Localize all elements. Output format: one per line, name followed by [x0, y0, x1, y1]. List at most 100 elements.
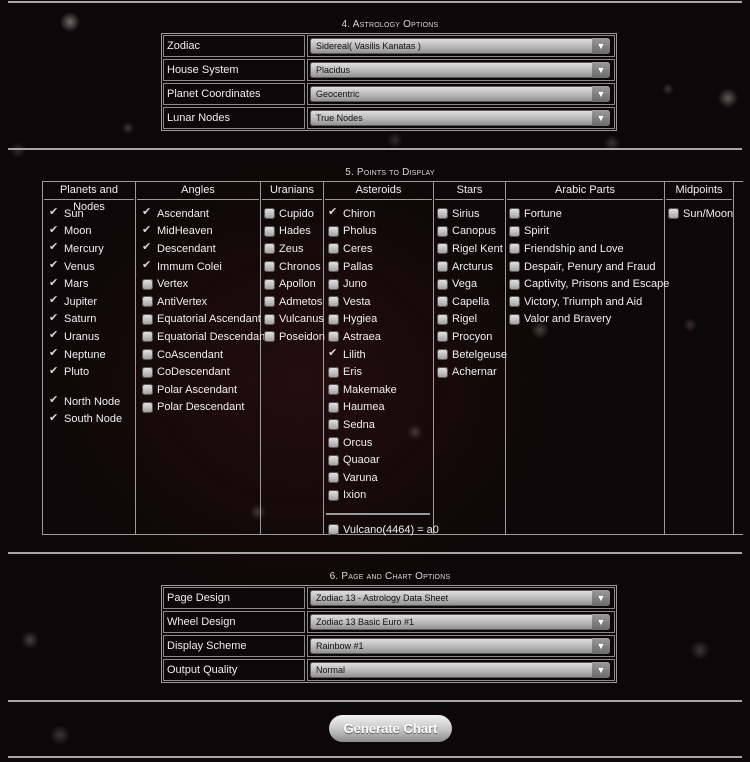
- checkbox-item-orcus[interactable]: Orcus: [328, 434, 433, 452]
- checkbox-checked-icon[interactable]: [49, 328, 60, 342]
- checkbox-item-pluto[interactable]: Pluto: [49, 363, 135, 381]
- checkbox-item-vega[interactable]: Vega: [437, 275, 505, 293]
- checkbox-checked-icon[interactable]: [49, 258, 60, 272]
- checkbox-unchecked-icon[interactable]: [328, 313, 339, 325]
- checkbox-checked-icon[interactable]: [49, 240, 60, 254]
- checkbox-item-vesta[interactable]: Vesta: [328, 293, 433, 311]
- checkbox-unchecked-icon[interactable]: [328, 225, 339, 237]
- checkbox-item-north-node[interactable]: North Node: [49, 393, 135, 411]
- checkbox-checked-icon[interactable]: [328, 205, 339, 219]
- checkbox-unchecked-icon[interactable]: [509, 278, 520, 290]
- checkbox-unchecked-icon[interactable]: [264, 313, 275, 325]
- checkbox-unchecked-icon[interactable]: [437, 243, 448, 255]
- checkbox-unchecked-icon[interactable]: [328, 261, 339, 273]
- checkbox-item-ascendant[interactable]: Ascendant: [142, 205, 260, 223]
- checkbox-item-polar-ascendant[interactable]: Polar Ascendant: [142, 381, 260, 399]
- zodiac-select[interactable]: Sidereal( Vasilis Kanatas ) ▼: [310, 38, 610, 54]
- checkbox-unchecked-icon[interactable]: [328, 437, 339, 449]
- checkbox-checked-icon[interactable]: [49, 393, 60, 407]
- checkbox-checked-icon[interactable]: [49, 411, 60, 425]
- checkbox-unchecked-icon[interactable]: [437, 313, 448, 325]
- checkbox-checked-icon[interactable]: [49, 364, 60, 378]
- checkbox-unchecked-icon[interactable]: [328, 401, 339, 413]
- checkbox-item-achernar[interactable]: Achernar: [437, 363, 505, 381]
- checkbox-item-admetos[interactable]: Admetos: [264, 293, 323, 311]
- checkbox-item-neptune[interactable]: Neptune: [49, 346, 135, 364]
- checkbox-item-uranus[interactable]: Uranus: [49, 328, 135, 346]
- output-quality-select[interactable]: Normal ▼: [310, 662, 610, 678]
- checkbox-checked-icon[interactable]: [49, 293, 60, 307]
- checkbox-unchecked-icon[interactable]: [509, 225, 520, 237]
- checkbox-item-mars[interactable]: Mars: [49, 275, 135, 293]
- checkbox-item-ixion[interactable]: Ixion: [328, 487, 433, 505]
- checkbox-item-capella[interactable]: Capella: [437, 293, 505, 311]
- checkbox-item-equatorial-ascendant[interactable]: Equatorial Ascendant: [142, 311, 261, 329]
- checkbox-item-canopus[interactable]: Canopus: [437, 223, 505, 241]
- checkbox-unchecked-icon[interactable]: [509, 313, 520, 325]
- checkbox-item-coascendant[interactable]: CoAscendant: [142, 346, 260, 364]
- checkbox-item-despair-penury-and-fraud[interactable]: Despair, Penury and Fraud: [509, 258, 664, 276]
- checkbox-unchecked-icon[interactable]: [328, 419, 339, 431]
- wheel-design-select[interactable]: Zodiac 13 Basic Euro #1 ▼: [310, 614, 610, 630]
- checkbox-unchecked-icon[interactable]: [264, 243, 275, 255]
- checkbox-unchecked-icon[interactable]: [437, 261, 448, 273]
- checkbox-item-spirit[interactable]: Spirit: [509, 223, 664, 241]
- checkbox-unchecked-icon[interactable]: [509, 296, 520, 308]
- checkbox-item-eris[interactable]: Eris: [328, 363, 433, 381]
- checkbox-item-south-node[interactable]: South Node: [49, 411, 135, 429]
- checkbox-item-zeus[interactable]: Zeus: [264, 240, 323, 258]
- checkbox-item-rigel-kent[interactable]: Rigel Kent: [437, 240, 505, 258]
- checkbox-item-betelgeuse[interactable]: Betelgeuse: [437, 346, 507, 364]
- checkbox-unchecked-icon[interactable]: [142, 366, 153, 378]
- checkbox-unchecked-icon[interactable]: [328, 524, 339, 536]
- checkbox-unchecked-icon[interactable]: [264, 296, 275, 308]
- checkbox-item-haumea[interactable]: Haumea: [328, 399, 433, 417]
- checkbox-item-valor-and-bravery[interactable]: Valor and Bravery: [509, 311, 664, 329]
- checkbox-unchecked-icon[interactable]: [437, 208, 448, 220]
- checkbox-unchecked-icon[interactable]: [142, 401, 153, 413]
- checkbox-unchecked-icon[interactable]: [328, 331, 339, 343]
- checkbox-item-saturn[interactable]: Saturn: [49, 311, 135, 329]
- checkbox-unchecked-icon[interactable]: [264, 278, 275, 290]
- checkbox-unchecked-icon[interactable]: [142, 331, 153, 343]
- checkbox-item-immum-colei[interactable]: Immum Colei: [142, 258, 260, 276]
- checkbox-item-chronos[interactable]: Chronos: [264, 258, 323, 276]
- checkbox-item-antivertex[interactable]: AntiVertex: [142, 293, 260, 311]
- checkbox-checked-icon[interactable]: [49, 346, 60, 360]
- checkbox-item-fortune[interactable]: Fortune: [509, 205, 664, 223]
- checkbox-item-hades[interactable]: Hades: [264, 223, 323, 241]
- checkbox-unchecked-icon[interactable]: [328, 454, 339, 466]
- checkbox-unchecked-icon[interactable]: [142, 384, 153, 396]
- checkbox-item-codescendant[interactable]: CoDescendant: [142, 363, 260, 381]
- checkbox-checked-icon[interactable]: [49, 311, 60, 325]
- checkbox-item-arcturus[interactable]: Arcturus: [437, 258, 505, 276]
- lunar-nodes-select[interactable]: True Nodes ▼: [310, 110, 610, 126]
- checkbox-item-poseidon[interactable]: Poseidon: [264, 328, 325, 346]
- checkbox-checked-icon[interactable]: [49, 276, 60, 290]
- checkbox-unchecked-icon[interactable]: [509, 243, 520, 255]
- checkbox-unchecked-icon[interactable]: [437, 225, 448, 237]
- checkbox-checked-icon[interactable]: [142, 258, 153, 272]
- checkbox-item-pholus[interactable]: Pholus: [328, 223, 433, 241]
- checkbox-item-venus[interactable]: Venus: [49, 258, 135, 276]
- planet-coordinates-select[interactable]: Geocentric ▼: [310, 86, 610, 102]
- checkbox-unchecked-icon[interactable]: [328, 366, 339, 378]
- checkbox-unchecked-icon[interactable]: [437, 349, 448, 361]
- checkbox-unchecked-icon[interactable]: [437, 278, 448, 290]
- checkbox-unchecked-icon[interactable]: [328, 384, 339, 396]
- checkbox-unchecked-icon[interactable]: [328, 278, 339, 290]
- checkbox-item-mercury[interactable]: Mercury: [49, 240, 135, 258]
- checkbox-checked-icon[interactable]: [142, 223, 153, 237]
- checkbox-item-midheaven[interactable]: MidHeaven: [142, 223, 260, 241]
- checkbox-item-friendship-and-love[interactable]: Friendship and Love: [509, 240, 664, 258]
- checkbox-item-varuna[interactable]: Varuna: [328, 469, 433, 487]
- checkbox-unchecked-icon[interactable]: [142, 278, 153, 290]
- checkbox-unchecked-icon[interactable]: [142, 313, 153, 325]
- checkbox-unchecked-icon[interactable]: [328, 243, 339, 255]
- checkbox-item-apollon[interactable]: Apollon: [264, 275, 323, 293]
- checkbox-item-ceres[interactable]: Ceres: [328, 240, 433, 258]
- checkbox-checked-icon[interactable]: [142, 205, 153, 219]
- checkbox-item-cupido[interactable]: Cupido: [264, 205, 323, 223]
- checkbox-checked-icon[interactable]: [328, 346, 339, 360]
- checkbox-checked-icon[interactable]: [49, 205, 60, 219]
